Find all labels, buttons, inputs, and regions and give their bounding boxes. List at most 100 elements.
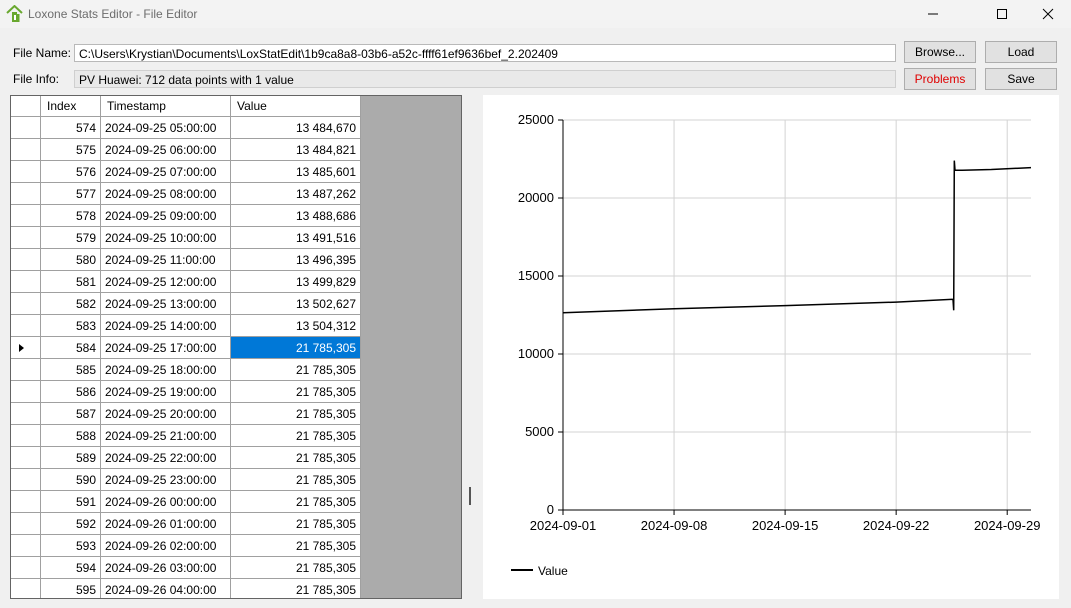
- index-cell[interactable]: 581: [41, 271, 101, 293]
- index-cell[interactable]: 578: [41, 205, 101, 227]
- table-row[interactable]: 594 2024-09-26 03:00:00 21 785,305: [11, 557, 361, 579]
- row-selector-cell[interactable]: [11, 315, 41, 337]
- timestamp-cell[interactable]: 2024-09-25 14:00:00: [101, 315, 231, 337]
- header-row-selector[interactable]: [11, 96, 41, 116]
- table-row[interactable]: 595 2024-09-26 04:00:00 21 785,305: [11, 579, 361, 598]
- value-cell[interactable]: 21 785,305: [231, 381, 361, 403]
- timestamp-cell[interactable]: 2024-09-25 21:00:00: [101, 425, 231, 447]
- value-cell[interactable]: 21 785,305: [231, 447, 361, 469]
- table-row[interactable]: 580 2024-09-25 11:00:00 13 496,395: [11, 249, 361, 271]
- row-selector-cell[interactable]: [11, 381, 41, 403]
- maximize-button[interactable]: [979, 0, 1025, 28]
- value-cell[interactable]: 13 488,686: [231, 205, 361, 227]
- value-cell[interactable]: 21 785,305: [231, 513, 361, 535]
- row-selector-cell[interactable]: [11, 491, 41, 513]
- value-cell[interactable]: 21 785,305: [231, 557, 361, 579]
- row-selector-cell[interactable]: [11, 469, 41, 491]
- index-cell[interactable]: 593: [41, 535, 101, 557]
- row-selector-cell[interactable]: [11, 293, 41, 315]
- timestamp-cell[interactable]: 2024-09-25 10:00:00: [101, 227, 231, 249]
- index-cell[interactable]: 586: [41, 381, 101, 403]
- timestamp-cell[interactable]: 2024-09-25 22:00:00: [101, 447, 231, 469]
- value-cell[interactable]: 13 491,516: [231, 227, 361, 249]
- index-cell[interactable]: 583: [41, 315, 101, 337]
- value-cell[interactable]: 13 487,262: [231, 183, 361, 205]
- timestamp-cell[interactable]: 2024-09-25 17:00:00: [101, 337, 231, 359]
- table-row[interactable]: 584 2024-09-25 17:00:00 21 785,305: [11, 337, 361, 359]
- timestamp-cell[interactable]: 2024-09-26 03:00:00: [101, 557, 231, 579]
- timestamp-cell[interactable]: 2024-09-25 12:00:00: [101, 271, 231, 293]
- row-selector-cell[interactable]: [11, 337, 41, 359]
- table-row[interactable]: 574 2024-09-25 05:00:00 13 484,670: [11, 117, 361, 139]
- index-cell[interactable]: 592: [41, 513, 101, 535]
- row-selector-cell[interactable]: [11, 117, 41, 139]
- row-selector-cell[interactable]: [11, 359, 41, 381]
- value-cell[interactable]: 13 484,670: [231, 117, 361, 139]
- header-value[interactable]: Value: [231, 96, 361, 116]
- value-cell[interactable]: 13 485,601: [231, 161, 361, 183]
- timestamp-cell[interactable]: 2024-09-26 00:00:00: [101, 491, 231, 513]
- value-cell[interactable]: 21 785,305: [231, 403, 361, 425]
- splitter-handle[interactable]: [469, 487, 471, 505]
- value-cell[interactable]: 21 785,305: [231, 469, 361, 491]
- row-selector-cell[interactable]: [11, 205, 41, 227]
- index-cell[interactable]: 585: [41, 359, 101, 381]
- table-row[interactable]: 578 2024-09-25 09:00:00 13 488,686: [11, 205, 361, 227]
- table-row[interactable]: 579 2024-09-25 10:00:00 13 491,516: [11, 227, 361, 249]
- index-cell[interactable]: 590: [41, 469, 101, 491]
- row-selector-cell[interactable]: [11, 139, 41, 161]
- row-selector-cell[interactable]: [11, 249, 41, 271]
- load-button[interactable]: Load: [985, 41, 1057, 63]
- row-selector-cell[interactable]: [11, 425, 41, 447]
- index-cell[interactable]: 579: [41, 227, 101, 249]
- table-row[interactable]: 585 2024-09-25 18:00:00 21 785,305: [11, 359, 361, 381]
- problems-button[interactable]: Problems: [904, 68, 976, 90]
- header-index[interactable]: Index: [41, 96, 101, 116]
- index-cell[interactable]: 588: [41, 425, 101, 447]
- table-row[interactable]: 591 2024-09-26 00:00:00 21 785,305: [11, 491, 361, 513]
- value-cell[interactable]: 21 785,305: [231, 579, 361, 598]
- index-cell[interactable]: 595: [41, 579, 101, 598]
- timestamp-cell[interactable]: 2024-09-25 20:00:00: [101, 403, 231, 425]
- value-cell[interactable]: 13 502,627: [231, 293, 361, 315]
- table-row[interactable]: 589 2024-09-25 22:00:00 21 785,305: [11, 447, 361, 469]
- index-cell[interactable]: 594: [41, 557, 101, 579]
- save-button[interactable]: Save: [985, 68, 1057, 90]
- row-selector-cell[interactable]: [11, 271, 41, 293]
- timestamp-cell[interactable]: 2024-09-26 04:00:00: [101, 579, 231, 598]
- timestamp-cell[interactable]: 2024-09-25 07:00:00: [101, 161, 231, 183]
- value-cell[interactable]: 13 499,829: [231, 271, 361, 293]
- value-cell[interactable]: 21 785,305: [231, 535, 361, 557]
- row-selector-cell[interactable]: [11, 513, 41, 535]
- table-row[interactable]: 590 2024-09-25 23:00:00 21 785,305: [11, 469, 361, 491]
- table-row[interactable]: 583 2024-09-25 14:00:00 13 504,312: [11, 315, 361, 337]
- value-cell[interactable]: 13 484,821: [231, 139, 361, 161]
- close-button[interactable]: [1025, 0, 1071, 28]
- timestamp-cell[interactable]: 2024-09-25 18:00:00: [101, 359, 231, 381]
- value-cell[interactable]: 13 504,312: [231, 315, 361, 337]
- table-row[interactable]: 575 2024-09-25 06:00:00 13 484,821: [11, 139, 361, 161]
- browse-button[interactable]: Browse...: [904, 41, 976, 63]
- row-selector-cell[interactable]: [11, 447, 41, 469]
- timestamp-cell[interactable]: 2024-09-25 19:00:00: [101, 381, 231, 403]
- row-selector-cell[interactable]: [11, 183, 41, 205]
- index-cell[interactable]: 589: [41, 447, 101, 469]
- value-cell[interactable]: 21 785,305: [231, 359, 361, 381]
- timestamp-cell[interactable]: 2024-09-25 11:00:00: [101, 249, 231, 271]
- timestamp-cell[interactable]: 2024-09-25 08:00:00: [101, 183, 231, 205]
- timestamp-cell[interactable]: 2024-09-25 05:00:00: [101, 117, 231, 139]
- timestamp-cell[interactable]: 2024-09-26 01:00:00: [101, 513, 231, 535]
- index-cell[interactable]: 591: [41, 491, 101, 513]
- row-selector-cell[interactable]: [11, 579, 41, 598]
- index-cell[interactable]: 575: [41, 139, 101, 161]
- table-row[interactable]: 582 2024-09-25 13:00:00 13 502,627: [11, 293, 361, 315]
- file-name-input[interactable]: C:\Users\Krystian\Documents\LoxStatEdit\…: [74, 44, 896, 62]
- index-cell[interactable]: 587: [41, 403, 101, 425]
- table-row[interactable]: 587 2024-09-25 20:00:00 21 785,305: [11, 403, 361, 425]
- table-row[interactable]: 576 2024-09-25 07:00:00 13 485,601: [11, 161, 361, 183]
- index-cell[interactable]: 574: [41, 117, 101, 139]
- table-row[interactable]: 592 2024-09-26 01:00:00 21 785,305: [11, 513, 361, 535]
- header-timestamp[interactable]: Timestamp: [101, 96, 231, 116]
- minimize-button[interactable]: [910, 0, 956, 28]
- value-cell[interactable]: 21 785,305: [231, 425, 361, 447]
